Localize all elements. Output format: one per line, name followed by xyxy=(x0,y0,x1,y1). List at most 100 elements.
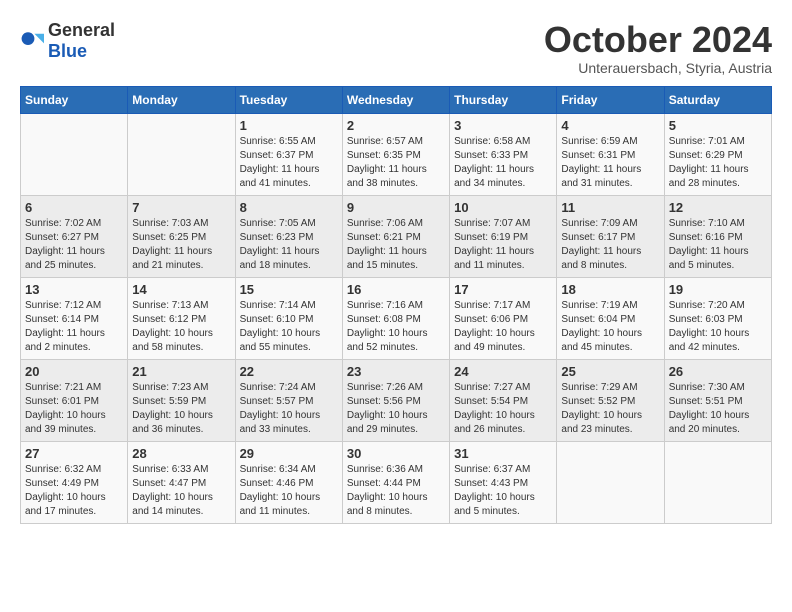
day-number: 15 xyxy=(240,282,338,297)
day-number: 6 xyxy=(25,200,123,215)
day-number: 20 xyxy=(25,364,123,379)
day-number: 10 xyxy=(454,200,552,215)
day-detail: Sunrise: 7:05 AM Sunset: 6:23 PM Dayligh… xyxy=(240,217,338,273)
month-title: October 2024 xyxy=(544,20,772,60)
calendar-cell: 4Sunrise: 6:59 AM Sunset: 6:31 PM Daylig… xyxy=(557,113,664,195)
day-detail: Sunrise: 6:33 AM Sunset: 4:47 PM Dayligh… xyxy=(132,463,230,519)
day-detail: Sunrise: 6:34 AM Sunset: 4:46 PM Dayligh… xyxy=(240,463,338,519)
calendar-cell xyxy=(21,113,128,195)
calendar-cell: 19Sunrise: 7:20 AM Sunset: 6:03 PM Dayli… xyxy=(664,277,771,359)
day-detail: Sunrise: 7:26 AM Sunset: 5:56 PM Dayligh… xyxy=(347,381,445,437)
day-number: 13 xyxy=(25,282,123,297)
day-detail: Sunrise: 6:37 AM Sunset: 4:43 PM Dayligh… xyxy=(454,463,552,519)
day-number: 11 xyxy=(561,200,659,215)
calendar-cell: 25 Sunrise: 7:29 AM Sunset: 5:52 PM Dayli… xyxy=(557,359,664,441)
week-row-5: 27Sunrise: 6:32 AM Sunset: 4:49 PM Dayli… xyxy=(21,441,772,523)
day-detail: Sunrise: 7:23 AM Sunset: 5:59 PM Dayligh… xyxy=(132,381,230,437)
day-number: 30 xyxy=(347,446,445,461)
calendar-cell: 5 Sunrise: 7:01 AM Sunset: 6:29 PM Daylig… xyxy=(664,113,771,195)
calendar-header-row: SundayMondayTuesdayWednesdayThursdayFrid… xyxy=(21,86,772,113)
calendar-cell xyxy=(664,441,771,523)
day-number: 24 xyxy=(454,364,552,379)
day-number: 5 xyxy=(669,118,767,133)
day-detail: Sunrise: 7:17 AM Sunset: 6:06 PM Dayligh… xyxy=(454,299,552,355)
calendar-body: 1Sunrise: 6:55 AM Sunset: 6:37 PM Daylig… xyxy=(21,113,772,523)
day-header-sunday: Sunday xyxy=(21,86,128,113)
day-detail: Sunrise: 7:06 AM Sunset: 6:21 PM Dayligh… xyxy=(347,217,445,273)
day-number: 7 xyxy=(132,200,230,215)
day-header-friday: Friday xyxy=(557,86,664,113)
logo-blue: Blue xyxy=(48,41,87,61)
day-detail: Sunrise: 7:01 AM Sunset: 6:29 PM Dayligh… xyxy=(669,135,767,191)
calendar-cell: 7 Sunrise: 7:03 AM Sunset: 6:25 PM Daylig… xyxy=(128,195,235,277)
day-detail: Sunrise: 7:09 AM Sunset: 6:17 PM Dayligh… xyxy=(561,217,659,273)
calendar-cell: 28 Sunrise: 6:33 AM Sunset: 4:47 PM Dayli… xyxy=(128,441,235,523)
day-number: 23 xyxy=(347,364,445,379)
day-detail: Sunrise: 7:30 AM Sunset: 5:51 PM Dayligh… xyxy=(669,381,767,437)
day-number: 28 xyxy=(132,446,230,461)
day-detail: Sunrise: 7:07 AM Sunset: 6:19 PM Dayligh… xyxy=(454,217,552,273)
calendar-cell: 8 Sunrise: 7:05 AM Sunset: 6:23 PM Daylig… xyxy=(235,195,342,277)
day-number: 21 xyxy=(132,364,230,379)
day-number: 12 xyxy=(669,200,767,215)
day-detail: Sunrise: 7:12 AM Sunset: 6:14 PM Dayligh… xyxy=(25,299,123,355)
day-detail: Sunrise: 6:36 AM Sunset: 4:44 PM Dayligh… xyxy=(347,463,445,519)
day-detail: Sunrise: 7:13 AM Sunset: 6:12 PM Dayligh… xyxy=(132,299,230,355)
day-number: 25 xyxy=(561,364,659,379)
day-detail: Sunrise: 7:29 AM Sunset: 5:52 PM Dayligh… xyxy=(561,381,659,437)
day-header-saturday: Saturday xyxy=(664,86,771,113)
day-number: 18 xyxy=(561,282,659,297)
day-number: 14 xyxy=(132,282,230,297)
calendar-cell: 13 Sunrise: 7:12 AM Sunset: 6:14 PM Dayli… xyxy=(21,277,128,359)
day-detail: Sunrise: 6:55 AM Sunset: 6:37 PM Dayligh… xyxy=(240,135,338,191)
day-number: 22 xyxy=(240,364,338,379)
calendar-cell: 14 Sunrise: 7:13 AM Sunset: 6:12 PM Dayli… xyxy=(128,277,235,359)
day-detail: Sunrise: 7:03 AM Sunset: 6:25 PM Dayligh… xyxy=(132,217,230,273)
calendar-cell: 16Sunrise: 7:16 AM Sunset: 6:08 PM Dayli… xyxy=(342,277,449,359)
day-detail: Sunrise: 7:14 AM Sunset: 6:10 PM Dayligh… xyxy=(240,299,338,355)
day-header-wednesday: Wednesday xyxy=(342,86,449,113)
day-detail: Sunrise: 6:59 AM Sunset: 6:31 PM Dayligh… xyxy=(561,135,659,191)
day-header-monday: Monday xyxy=(128,86,235,113)
calendar-cell: 11 Sunrise: 7:09 AM Sunset: 6:17 PM Dayli… xyxy=(557,195,664,277)
day-number: 19 xyxy=(669,282,767,297)
calendar-cell: 29 Sunrise: 6:34 AM Sunset: 4:46 PM Dayli… xyxy=(235,441,342,523)
day-number: 2 xyxy=(347,118,445,133)
calendar-cell: 2Sunrise: 6:57 AM Sunset: 6:35 PM Daylig… xyxy=(342,113,449,195)
week-row-1: 1Sunrise: 6:55 AM Sunset: 6:37 PM Daylig… xyxy=(21,113,772,195)
calendar-cell: 27Sunrise: 6:32 AM Sunset: 4:49 PM Dayli… xyxy=(21,441,128,523)
day-detail: Sunrise: 7:27 AM Sunset: 5:54 PM Dayligh… xyxy=(454,381,552,437)
calendar-cell: 15 Sunrise: 7:14 AM Sunset: 6:10 PM Dayli… xyxy=(235,277,342,359)
day-detail: Sunrise: 7:24 AM Sunset: 5:57 PM Dayligh… xyxy=(240,381,338,437)
calendar-cell xyxy=(128,113,235,195)
calendar-cell: 24 Sunrise: 7:27 AM Sunset: 5:54 PM Dayli… xyxy=(450,359,557,441)
day-number: 8 xyxy=(240,200,338,215)
day-number: 17 xyxy=(454,282,552,297)
calendar-cell: 3Sunrise: 6:58 AM Sunset: 6:33 PM Daylig… xyxy=(450,113,557,195)
calendar-cell: 17 Sunrise: 7:17 AM Sunset: 6:06 PM Dayli… xyxy=(450,277,557,359)
logo-icon xyxy=(20,29,44,53)
calendar-cell: 20 Sunrise: 7:21 AM Sunset: 6:01 PM Dayli… xyxy=(21,359,128,441)
day-number: 31 xyxy=(454,446,552,461)
calendar-cell: 23 Sunrise: 7:26 AM Sunset: 5:56 PM Dayli… xyxy=(342,359,449,441)
day-detail: Sunrise: 7:21 AM Sunset: 6:01 PM Dayligh… xyxy=(25,381,123,437)
week-row-4: 20 Sunrise: 7:21 AM Sunset: 6:01 PM Dayli… xyxy=(21,359,772,441)
calendar-cell: 1Sunrise: 6:55 AM Sunset: 6:37 PM Daylig… xyxy=(235,113,342,195)
day-number: 29 xyxy=(240,446,338,461)
title-area: October 2024 Unterauersbach, Styria, Aus… xyxy=(544,20,772,76)
calendar-cell: 12Sunrise: 7:10 AM Sunset: 6:16 PM Dayli… xyxy=(664,195,771,277)
day-header-thursday: Thursday xyxy=(450,86,557,113)
calendar-table: SundayMondayTuesdayWednesdayThursdayFrid… xyxy=(20,86,772,524)
day-number: 26 xyxy=(669,364,767,379)
calendar-cell: 26 Sunrise: 7:30 AM Sunset: 5:51 PM Dayli… xyxy=(664,359,771,441)
day-detail: Sunrise: 6:32 AM Sunset: 4:49 PM Dayligh… xyxy=(25,463,123,519)
calendar-cell: 31 Sunrise: 6:37 AM Sunset: 4:43 PM Dayli… xyxy=(450,441,557,523)
day-detail: Sunrise: 7:19 AM Sunset: 6:04 PM Dayligh… xyxy=(561,299,659,355)
calendar-cell: 22 Sunrise: 7:24 AM Sunset: 5:57 PM Dayli… xyxy=(235,359,342,441)
day-detail: Sunrise: 7:02 AM Sunset: 6:27 PM Dayligh… xyxy=(25,217,123,273)
calendar-cell: 10 Sunrise: 7:07 AM Sunset: 6:19 PM Dayli… xyxy=(450,195,557,277)
day-number: 16 xyxy=(347,282,445,297)
calendar-cell: 30 Sunrise: 6:36 AM Sunset: 4:44 PM Dayli… xyxy=(342,441,449,523)
day-number: 3 xyxy=(454,118,552,133)
header: General Blue October 2024 Unterauersbach… xyxy=(20,20,772,76)
